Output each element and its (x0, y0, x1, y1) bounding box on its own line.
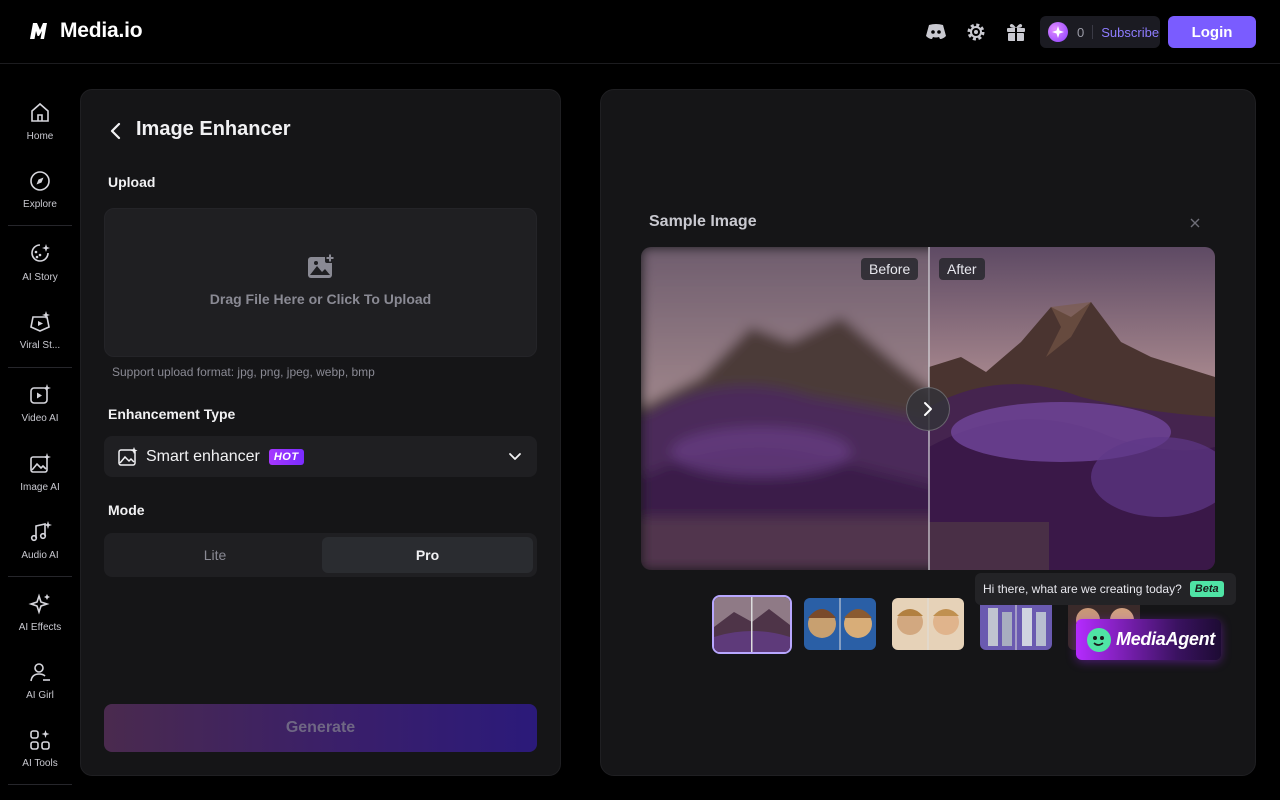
mode-lite-button[interactable]: Lite (108, 537, 322, 573)
agent-greeting-text: Hi there, what are we creating today? (983, 582, 1182, 596)
chevron-down-icon (509, 453, 521, 460)
sidebar-item-label: Video AI (21, 413, 59, 424)
sidebar-item-explore[interactable]: Explore (8, 167, 72, 227)
sample-thumbnail[interactable] (980, 598, 1052, 650)
media-agent-button[interactable]: MediaAgent (1076, 619, 1221, 660)
mode-toggle: Lite Pro (104, 533, 537, 577)
sidebar-item-label: Viral St... (19, 340, 61, 351)
top-bar: Media.io 0 Subscribe Login (0, 0, 1280, 64)
credits-icon (1048, 22, 1068, 42)
sidebar-item-label: Image AI (20, 482, 60, 493)
credits-subscribe[interactable]: 0 Subscribe (1040, 16, 1160, 48)
beta-badge: Beta (1189, 581, 1224, 597)
sidebar-item-label: Explore (23, 199, 57, 210)
sidebar-item-ai-effects[interactable]: AI Effects (8, 590, 72, 650)
divider (8, 784, 72, 785)
sidebar-item-label: Audio AI (21, 550, 59, 561)
divider (1092, 25, 1094, 39)
login-button[interactable]: Login (1168, 16, 1256, 48)
mode-label: Mode (108, 502, 145, 518)
image-ai-icon (30, 453, 51, 473)
sidebar-item-label: AI Story (22, 272, 58, 283)
enhancement-type-label: Enhancement Type (108, 406, 236, 422)
hot-badge: HOT (268, 448, 304, 465)
mode-pro-button[interactable]: Pro (322, 537, 533, 573)
upload-formats-note: Support upload format: jpg, png, jpeg, w… (112, 365, 375, 379)
media-io-logo-icon (30, 23, 47, 39)
sidebar: Home Explore AI Story Viral St... Video … (0, 65, 80, 800)
sidebar-item-label: Home (26, 131, 54, 142)
settings-icon[interactable] (964, 20, 988, 44)
tools-icon (30, 730, 50, 750)
sidebar-item-image-ai[interactable]: Image AI (8, 450, 72, 510)
divider (8, 576, 72, 577)
sidebar-item-home[interactable]: Home (8, 99, 72, 159)
sidebar-item-ai-tools[interactable]: AI Tools (8, 726, 72, 786)
viral-icon (30, 311, 50, 332)
upload-label: Upload (108, 174, 156, 190)
sample-image-title: Sample Image (649, 213, 757, 230)
sidebar-item-video-ai[interactable]: Video AI (8, 381, 72, 441)
sidebar-item-label: AI Effects (18, 622, 62, 633)
compass-icon (30, 171, 50, 191)
sparkle-icon (28, 593, 50, 615)
credits-count: 0 (1077, 24, 1085, 40)
page-title: Image Enhancer (136, 118, 291, 140)
after-label: After (939, 258, 985, 280)
back-arrow-icon[interactable] (104, 119, 128, 143)
image-enhance-icon (118, 446, 138, 466)
sidebar-item-audio-ai[interactable]: Audio AI (8, 518, 72, 578)
divider (8, 367, 72, 368)
close-icon[interactable] (1187, 215, 1203, 231)
home-icon (31, 102, 49, 122)
user-icon (30, 663, 50, 682)
divider (8, 225, 72, 226)
enhancement-type-value: Smart enhancer (146, 447, 260, 465)
agent-face-icon (1087, 627, 1111, 652)
sidebar-item-ai-story[interactable]: AI Story (8, 240, 72, 300)
sidebar-item-ai-girl[interactable]: AI Girl (8, 658, 72, 718)
audio-ai-icon (30, 521, 52, 542)
media-agent-label: MediaAgent (1116, 629, 1216, 649)
agent-greeting-tooltip: Hi there, what are we creating today? Be… (975, 573, 1236, 605)
video-ai-icon (30, 384, 51, 404)
sidebar-item-label: AI Tools (22, 758, 58, 769)
logo[interactable]: Media.io (28, 19, 143, 43)
comparison-slider-handle[interactable] (906, 387, 950, 431)
add-image-icon (307, 253, 335, 278)
before-label: Before (861, 258, 919, 280)
app-name: Media.io (60, 19, 143, 42)
sample-thumbnail[interactable] (712, 595, 792, 654)
tool-panel (80, 89, 561, 776)
chevron-right-icon (924, 402, 932, 416)
upload-prompt: Drag File Here or Click To Upload (209, 291, 432, 307)
gift-icon[interactable] (1004, 20, 1028, 44)
ai-story-icon (31, 244, 50, 262)
enhancement-type-select[interactable]: Smart enhancer HOT (104, 436, 537, 477)
generate-button[interactable]: Generate (104, 704, 537, 752)
sample-thumbnail[interactable] (892, 598, 964, 650)
sample-thumbnail[interactable] (804, 598, 876, 650)
sidebar-item-viral[interactable]: Viral St... (8, 308, 72, 368)
sidebar-item-label: AI Girl (26, 690, 54, 701)
upload-dropzone[interactable]: Drag File Here or Click To Upload (104, 208, 537, 357)
discord-icon[interactable] (924, 20, 948, 44)
subscribe-link[interactable]: Subscribe (1101, 25, 1159, 40)
